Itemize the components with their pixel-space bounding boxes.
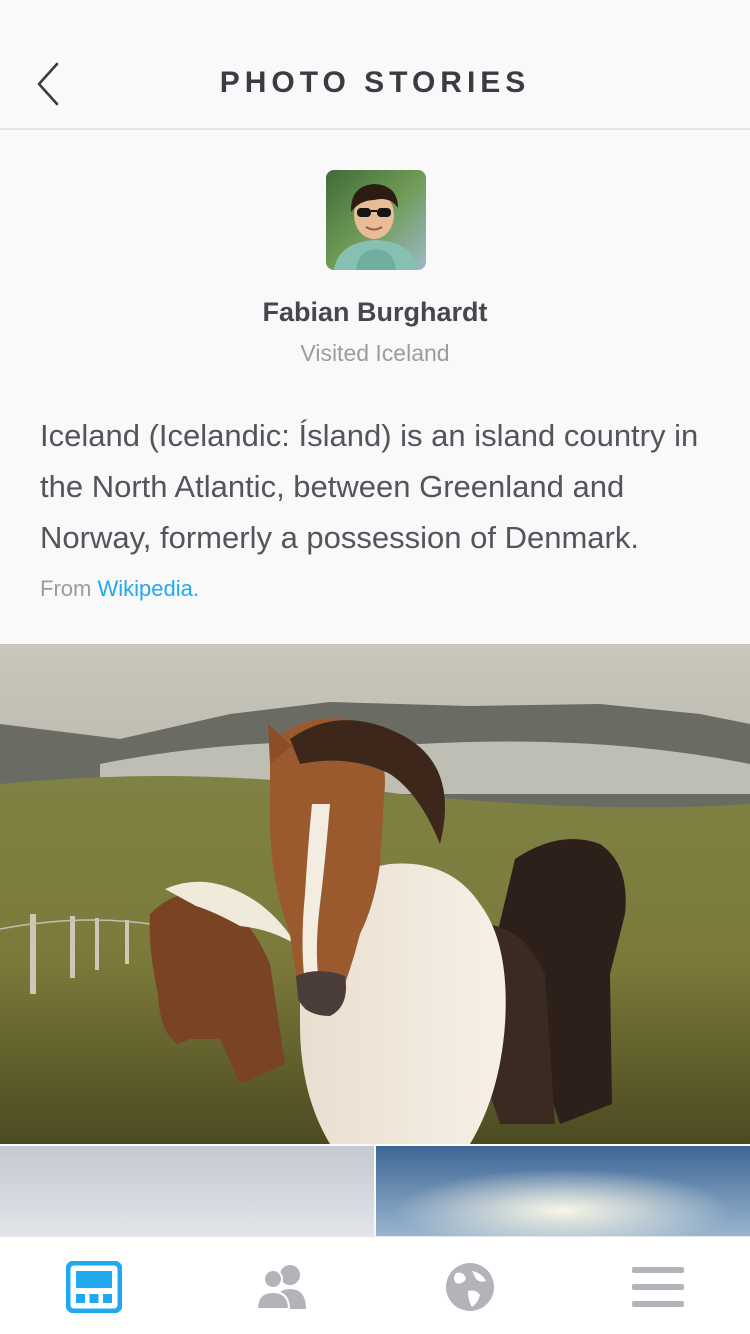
author-avatar[interactable] [326,170,426,270]
tab-explore[interactable] [442,1261,498,1313]
nav-header: PHOTO STORIES [0,0,750,130]
dashboard-icon [65,1260,123,1314]
tab-menu[interactable] [630,1261,686,1313]
tab-bar [0,1236,750,1334]
horses-photo [0,644,750,1144]
globe-icon [446,1263,494,1311]
menu-icon [632,1267,684,1307]
cloudy-sky-photo [0,1146,374,1238]
wikipedia-link[interactable]: Wikipedia. [97,576,198,601]
hero-photo[interactable] [0,644,750,1144]
photo-thumbnail-right[interactable] [376,1146,750,1238]
story-description: Iceland (Icelandic: Ísland) is an island… [40,418,699,555]
avatar-photo [326,170,426,270]
author-subtitle: Visited Iceland [300,340,450,366]
people-icon [255,1265,306,1310]
blue-sky-photo [376,1146,750,1238]
source-line: From Wikipedia. [40,576,199,602]
page-title: PHOTO STORIES [219,66,531,99]
photo-thumbnail-left[interactable] [0,1146,374,1238]
tab-people[interactable] [254,1261,310,1313]
source-prefix: From [40,576,92,601]
tab-stories[interactable] [65,1260,123,1314]
author-name[interactable]: Fabian Burghardt [0,297,750,328]
